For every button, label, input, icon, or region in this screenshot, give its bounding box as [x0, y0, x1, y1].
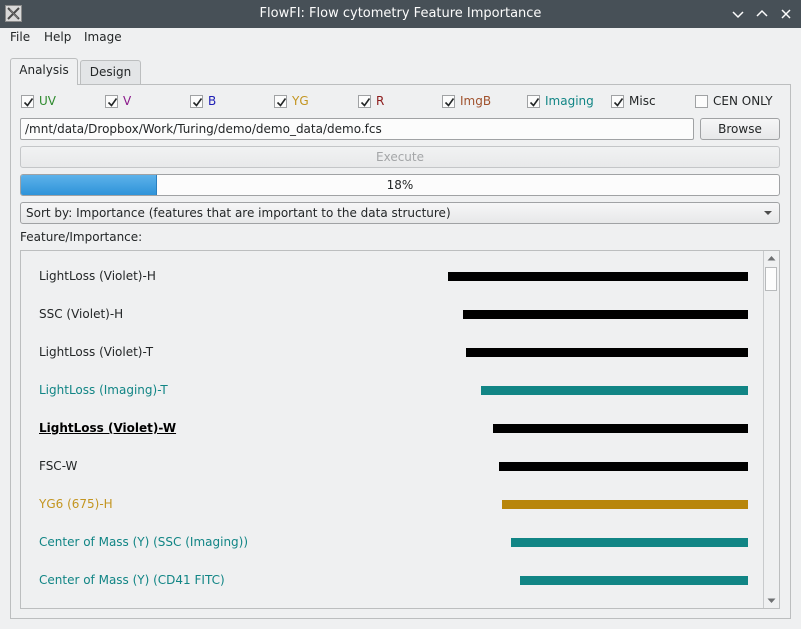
tab-design[interactable]: Design	[80, 60, 141, 84]
feature-name: LightLoss (Violet)-W	[39, 421, 177, 435]
importance-bar	[493, 424, 748, 433]
execute-button[interactable]: Execute	[20, 146, 780, 168]
checkbox-box[interactable]	[442, 95, 455, 108]
tab-analysis[interactable]: Analysis	[10, 58, 78, 85]
importance-bar	[511, 538, 748, 547]
feature-importance-label: Feature/Importance:	[20, 230, 143, 244]
sort-dropdown[interactable]: Sort by: Importance (features that are i…	[20, 202, 780, 224]
checkbox-box[interactable]	[105, 95, 118, 108]
progress-text: 18%	[386, 178, 414, 192]
checkbox-box[interactable]	[358, 95, 371, 108]
window-title: FlowFI: Flow cytometry Feature Importanc…	[259, 6, 542, 21]
scroll-down-icon[interactable]	[767, 598, 776, 604]
checkbox-label: YG	[292, 94, 309, 108]
checkbox-box[interactable]	[21, 95, 34, 108]
checkbox-label: Imaging	[545, 94, 594, 108]
sort-dropdown-value: Sort by: Importance (features that are i…	[26, 206, 451, 220]
progress-bar: 18%	[20, 174, 780, 196]
feature-name: SSC (Violet)-H	[39, 307, 124, 321]
menu-help[interactable]: Help	[44, 30, 71, 44]
importance-bar	[520, 576, 748, 585]
feature-name: LightLoss (Imaging)-T	[39, 383, 168, 397]
feature-name: Center of Mass (Y) (SSC (Imaging))	[39, 535, 249, 549]
minimize-button[interactable]	[728, 4, 748, 24]
title-bar: FlowFI: Flow cytometry Feature Importanc…	[0, 0, 801, 28]
menu-image[interactable]: Image	[84, 30, 122, 44]
menu-bar: File Help Image	[0, 28, 801, 48]
maximize-button[interactable]	[752, 4, 772, 24]
chevron-down-icon	[764, 211, 772, 215]
checkbox-label: CEN ONLY	[713, 94, 773, 108]
importance-bar	[463, 310, 748, 319]
checkbox-label: UV	[39, 94, 56, 108]
scroll-up-icon[interactable]	[767, 255, 776, 261]
importance-bar	[499, 462, 748, 471]
feature-name: Center of Mass (Y) (CD41 FITC)	[39, 573, 225, 587]
checkbox-box[interactable]	[527, 95, 540, 108]
checkbox-label: ImgB	[460, 94, 492, 108]
file-path-field[interactable]: /mnt/data/Dropbox/Work/Turing/demo/demo_…	[20, 118, 694, 140]
feature-name: YG6 (675)-H	[39, 497, 113, 511]
feature-list: LightLoss (Violet)-H SSC (Violet)-H LightL…	[20, 250, 780, 609]
checkbox-box[interactable]	[274, 95, 287, 108]
scrollbar[interactable]	[763, 251, 779, 608]
checkbox-box[interactable]	[611, 95, 624, 108]
feature-name: LightLoss (Violet)-H	[39, 269, 156, 283]
checkbox-box[interactable]	[190, 95, 203, 108]
feature-name: LightLoss (Violet)-T	[39, 345, 154, 359]
checkbox-label: R	[376, 94, 385, 108]
feature-name: FSC-W	[39, 459, 78, 473]
importance-bar	[481, 386, 748, 395]
browse-button[interactable]: Browse	[700, 118, 780, 140]
importance-bar	[448, 272, 748, 281]
checkbox-label: V	[123, 94, 132, 108]
scrollbar-thumb[interactable]	[765, 267, 777, 291]
checkbox-label: Misc	[629, 94, 656, 108]
importance-bar	[466, 348, 748, 357]
close-button[interactable]	[776, 4, 796, 24]
menu-file[interactable]: File	[10, 30, 30, 44]
checkbox-label: B	[208, 94, 217, 108]
importance-bar	[502, 500, 748, 509]
checkbox-box[interactable]	[695, 95, 708, 108]
